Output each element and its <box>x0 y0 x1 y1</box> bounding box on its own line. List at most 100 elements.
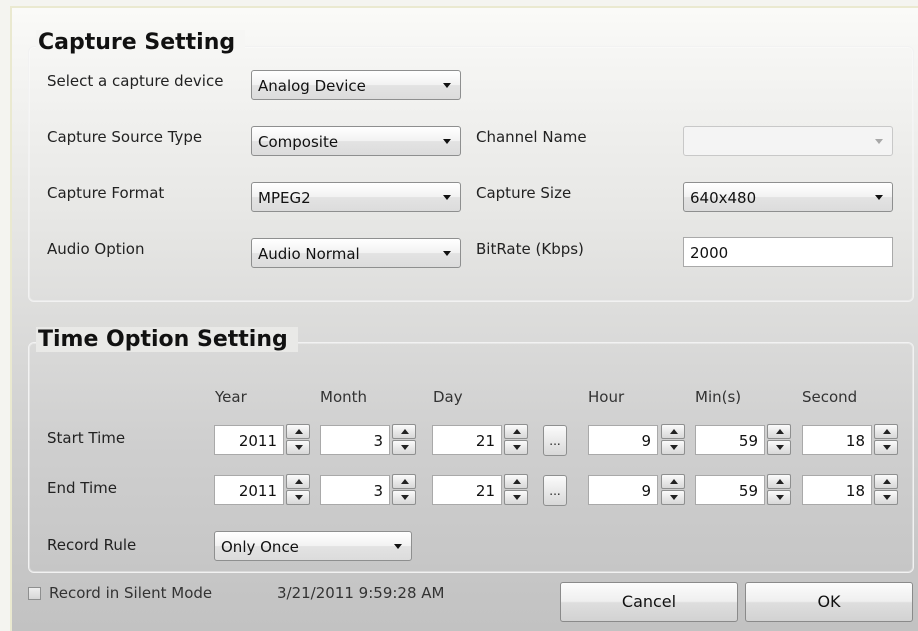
end-month-spinner[interactable] <box>392 474 416 506</box>
capture-device-label: Select a capture device <box>47 72 224 90</box>
end-second-input[interactable]: 18 <box>802 475 872 505</box>
min-header: Min(s) <box>695 388 742 406</box>
capture-size-dropdown[interactable]: 640x480 <box>683 182 893 212</box>
end-second-value: 18 <box>845 482 865 500</box>
end-year-value: 2011 <box>238 482 277 500</box>
start-day-value: 21 <box>475 432 495 450</box>
arrow-up-icon[interactable] <box>504 424 528 439</box>
end-month-value: 3 <box>373 482 383 500</box>
source-type-value: Composite <box>258 133 339 151</box>
capture-format-label: Capture Format <box>47 184 165 202</box>
time-option-group <box>28 342 914 573</box>
arrow-up-icon[interactable] <box>767 424 791 439</box>
chevron-down-icon <box>875 139 883 144</box>
end-hour-value: 9 <box>641 482 651 500</box>
start-min-value: 59 <box>738 432 758 450</box>
end-min-value: 59 <box>738 482 758 500</box>
arrow-up-icon[interactable] <box>767 474 791 489</box>
arrow-down-icon[interactable] <box>286 490 310 505</box>
arrow-down-icon[interactable] <box>874 440 898 455</box>
arrow-down-icon[interactable] <box>767 440 791 455</box>
arrow-up-icon[interactable] <box>392 474 416 489</box>
arrow-up-icon[interactable] <box>392 424 416 439</box>
year-header: Year <box>215 388 247 406</box>
arrow-down-icon[interactable] <box>767 490 791 505</box>
source-type-dropdown[interactable]: Composite <box>251 126 461 156</box>
start-year-input[interactable]: 2011 <box>214 425 284 455</box>
end-time-label: End Time <box>47 479 117 497</box>
second-header: Second <box>802 388 858 406</box>
start-month-spinner[interactable] <box>392 424 416 456</box>
capture-device-value: Analog Device <box>258 77 366 95</box>
end-second-spinner[interactable] <box>874 474 898 506</box>
channel-name-dropdown <box>683 126 893 156</box>
end-year-input[interactable]: 2011 <box>214 475 284 505</box>
end-min-input[interactable]: 59 <box>695 475 765 505</box>
status-timestamp: 3/21/2011 9:59:28 AM <box>277 584 445 602</box>
record-rule-value: Only Once <box>221 538 299 556</box>
capture-format-dropdown[interactable]: MPEG2 <box>251 182 461 212</box>
arrow-down-icon[interactable] <box>661 490 685 505</box>
record-rule-label: Record Rule <box>47 536 137 554</box>
capture-size-label: Capture Size <box>476 184 572 202</box>
arrow-up-icon[interactable] <box>874 424 898 439</box>
end-min-spinner[interactable] <box>767 474 791 506</box>
bitrate-input[interactable]: 2000 <box>683 237 893 267</box>
arrow-up-icon[interactable] <box>661 424 685 439</box>
end-hour-input[interactable]: 9 <box>588 475 658 505</box>
hour-header: Hour <box>588 388 625 406</box>
start-hour-input[interactable]: 9 <box>588 425 658 455</box>
arrow-down-icon[interactable] <box>504 490 528 505</box>
start-month-input[interactable]: 3 <box>320 425 390 455</box>
day-header: Day <box>433 388 463 406</box>
start-hour-spinner[interactable] <box>661 424 685 456</box>
month-header: Month <box>320 388 368 406</box>
audio-option-value: Audio Normal <box>258 245 360 263</box>
end-day-input[interactable]: 21 <box>432 475 502 505</box>
bitrate-value: 2000 <box>690 244 729 262</box>
channel-name-label: Channel Name <box>476 128 587 146</box>
arrow-up-icon[interactable] <box>874 474 898 489</box>
start-day-input[interactable]: 21 <box>432 425 502 455</box>
audio-option-label: Audio Option <box>47 240 145 258</box>
arrow-down-icon[interactable] <box>504 440 528 455</box>
arrow-down-icon[interactable] <box>286 440 310 455</box>
arrow-down-icon[interactable] <box>392 440 416 455</box>
silent-mode-label[interactable]: Record in Silent Mode <box>49 584 212 602</box>
end-month-input[interactable]: 3 <box>320 475 390 505</box>
end-year-spinner[interactable] <box>286 474 310 506</box>
start-second-input[interactable]: 18 <box>802 425 872 455</box>
start-second-spinner[interactable] <box>874 424 898 456</box>
cancel-button[interactable]: Cancel <box>560 582 738 622</box>
start-min-input[interactable]: 59 <box>695 425 765 455</box>
start-month-value: 3 <box>373 432 383 450</box>
start-min-spinner[interactable] <box>767 424 791 456</box>
arrow-down-icon[interactable] <box>392 490 416 505</box>
record-rule-dropdown[interactable]: Only Once <box>214 531 412 561</box>
start-year-value: 2011 <box>238 432 277 450</box>
arrow-down-icon[interactable] <box>874 490 898 505</box>
start-day-spinner[interactable] <box>504 424 528 456</box>
start-hour-value: 9 <box>641 432 651 450</box>
end-day-spinner[interactable] <box>504 474 528 506</box>
start-year-spinner[interactable] <box>286 424 310 456</box>
chevron-down-icon <box>443 83 451 88</box>
silent-mode-checkbox[interactable] <box>28 587 41 600</box>
end-hour-spinner[interactable] <box>661 474 685 506</box>
start-date-picker-button[interactable]: ... <box>543 425 567 456</box>
ok-button[interactable]: OK <box>745 582 913 622</box>
arrow-up-icon[interactable] <box>504 474 528 489</box>
bitrate-label: BitRate (Kbps) <box>476 240 584 258</box>
chevron-down-icon <box>875 195 883 200</box>
audio-option-dropdown[interactable]: Audio Normal <box>251 238 461 268</box>
end-date-picker-button[interactable]: ... <box>543 475 567 506</box>
arrow-up-icon[interactable] <box>286 424 310 439</box>
arrow-up-icon[interactable] <box>286 474 310 489</box>
capture-size-value: 640x480 <box>690 189 757 207</box>
capture-device-dropdown[interactable]: Analog Device <box>251 70 461 100</box>
arrow-up-icon[interactable] <box>661 474 685 489</box>
capture-format-value: MPEG2 <box>258 189 311 207</box>
arrow-down-icon[interactable] <box>661 440 685 455</box>
time-option-title: Time Option Setting <box>36 327 298 352</box>
start-second-value: 18 <box>845 432 865 450</box>
